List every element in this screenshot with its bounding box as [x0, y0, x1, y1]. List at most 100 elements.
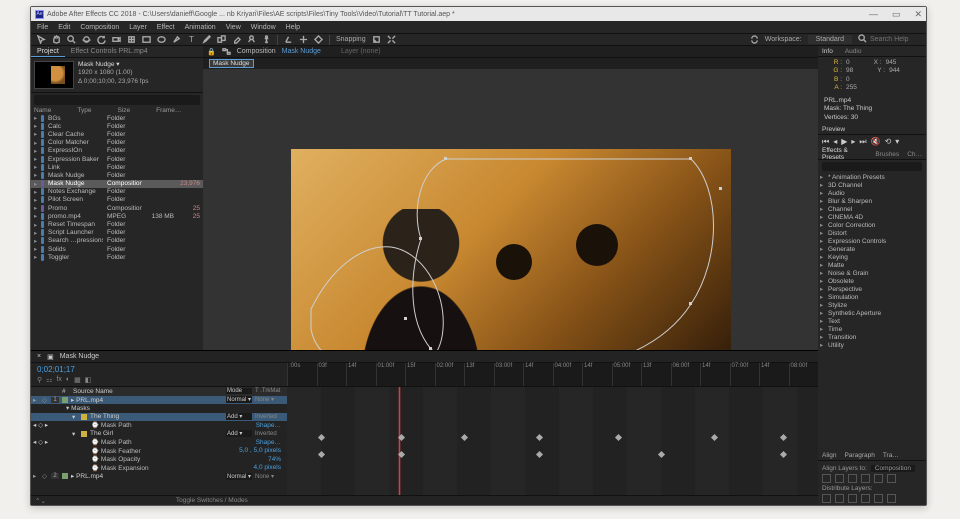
- menu-composition[interactable]: Composition: [80, 24, 119, 31]
- first-frame-button[interactable]: ⏮: [822, 137, 829, 147]
- local-axis-icon[interactable]: [284, 35, 293, 44]
- tl-graph-icon[interactable]: ▦: [74, 376, 81, 384]
- effects-category-item[interactable]: ▸Stylize: [820, 301, 924, 309]
- project-list-item[interactable]: ▸ LinkFolder: [31, 163, 203, 171]
- minimize-button[interactable]: —: [869, 9, 878, 20]
- project-list-item[interactable]: ▸ Expression BakerFolder: [31, 155, 203, 163]
- clone-tool-icon[interactable]: [217, 35, 226, 44]
- effects-category-item[interactable]: ▸Color Correction: [820, 221, 924, 229]
- effects-category-item[interactable]: ▸Distort: [820, 229, 924, 237]
- timeline-row[interactable]: ▸◇ 2 ▸ PRL.mp4Normal ▾ None ▾: [31, 472, 287, 481]
- composition-name[interactable]: Mask Nudge: [282, 48, 321, 55]
- col-size[interactable]: Size: [117, 107, 130, 114]
- align-top-button[interactable]: [861, 474, 870, 483]
- rect-tool-icon[interactable]: [142, 35, 151, 44]
- hand-tool-icon[interactable]: [52, 35, 61, 44]
- tab-preview[interactable]: Preview: [822, 126, 845, 133]
- eraser-tool-icon[interactable]: [232, 35, 241, 44]
- timeline-row[interactable]: ⌚ Mask Opacity 74%: [31, 455, 287, 464]
- effects-category-item[interactable]: ▸Audio: [820, 189, 924, 197]
- loop-button[interactable]: ⟲: [885, 137, 892, 147]
- tab-project[interactable]: Project: [31, 46, 65, 57]
- col-frame[interactable]: Frame…: [156, 107, 181, 114]
- search-help-input[interactable]: [870, 36, 920, 43]
- project-filter-input[interactable]: [34, 95, 200, 105]
- tab-effects-presets[interactable]: Effects & Presets: [822, 147, 867, 161]
- menu-file[interactable]: File: [37, 24, 48, 31]
- effects-category-item[interactable]: ▸* Animation Presets: [820, 173, 924, 181]
- snap-edge-icon[interactable]: [372, 35, 381, 44]
- view-axis-icon[interactable]: [314, 35, 323, 44]
- dist-vcenter-button[interactable]: [835, 494, 844, 503]
- menu-animation[interactable]: Animation: [185, 24, 216, 31]
- current-timecode[interactable]: 0;02;01;17: [37, 365, 281, 374]
- prev-options-button[interactable]: ▾: [895, 137, 899, 147]
- effects-category-item[interactable]: ▸Channel: [820, 205, 924, 213]
- timeline-row[interactable]: ◂ ◇ ▸ ⌚ Mask Path Shape…: [31, 438, 287, 447]
- project-list-item[interactable]: ▸ Reset TimespanFolder: [31, 220, 203, 228]
- tab-brushes[interactable]: Brushes: [875, 151, 899, 158]
- effects-category-item[interactable]: ▸Generate: [820, 245, 924, 253]
- tl-search-icon[interactable]: ⚲: [37, 376, 42, 384]
- project-list-item[interactable]: ▸ Mask NudgeComposition 23,976: [31, 180, 203, 188]
- orbit-tool-icon[interactable]: [82, 35, 91, 44]
- project-list-item[interactable]: ▸ promo.mp4MPEG 138 MB25: [31, 212, 203, 220]
- world-axis-icon[interactable]: [299, 35, 308, 44]
- effects-category-item[interactable]: ▸Perspective: [820, 285, 924, 293]
- rotate-tool-icon[interactable]: [97, 35, 106, 44]
- align-target-dropdown[interactable]: Composition: [871, 465, 915, 472]
- project-list-item[interactable]: ▸ Notes ExchangeFolder: [31, 188, 203, 196]
- effects-category-item[interactable]: ▸Utility: [820, 341, 924, 349]
- next-frame-button[interactable]: ▸: [851, 137, 855, 147]
- tl-moblur-icon[interactable]: ◐: [66, 376, 70, 384]
- effects-category-item[interactable]: ▸Time: [820, 325, 924, 333]
- project-list-item[interactable]: ▸ ExpressIOnFolder: [31, 147, 203, 155]
- project-list-item[interactable]: ▸ Clear CacheFolder: [31, 130, 203, 138]
- project-list-item[interactable]: ▸ PromoComposition 25: [31, 204, 203, 212]
- effects-category-item[interactable]: ▸Synthetic Aperture: [820, 309, 924, 317]
- project-list-item[interactable]: ▸ BGsFolder: [31, 114, 203, 122]
- effects-category-item[interactable]: ▸Expression Controls: [820, 237, 924, 245]
- timeline-row[interactable]: ▾ The GirlAdd ▾ Inverted: [31, 430, 287, 439]
- align-left-button[interactable]: [822, 474, 831, 483]
- effects-category-item[interactable]: ▸Text: [820, 317, 924, 325]
- puppet-tool-icon[interactable]: [262, 35, 271, 44]
- toggle-switches-modes[interactable]: Toggle Switches / Modes: [176, 497, 248, 504]
- project-list-item[interactable]: ▸ Search …pressionsFolder: [31, 237, 203, 245]
- project-list-item[interactable]: ▸ Script LauncherFolder: [31, 229, 203, 237]
- selection-tool-icon[interactable]: [37, 35, 46, 44]
- lock-icon[interactable]: 🔒: [207, 48, 216, 56]
- snapping-label[interactable]: Snapping: [336, 36, 366, 43]
- project-list-item[interactable]: ▸ Pilot ScreenFolder: [31, 196, 203, 204]
- timeline-row[interactable]: ▸◇ 1 ▸ PRL.mp4Normal ▾ None ▾: [31, 396, 287, 405]
- effects-category-item[interactable]: ▸Simulation: [820, 293, 924, 301]
- timeline-row[interactable]: ⌚ Mask Feather 5,0 , 5,0 pixels: [31, 447, 287, 456]
- tab-align[interactable]: Align: [822, 452, 836, 459]
- menu-view[interactable]: View: [226, 24, 241, 31]
- dist-right-button[interactable]: [887, 494, 896, 503]
- tl-3d-icon[interactable]: ◧: [85, 376, 92, 384]
- effects-category-item[interactable]: ▸3D Channel: [820, 181, 924, 189]
- effects-category-item[interactable]: ▸Matte: [820, 261, 924, 269]
- tab-effect-controls[interactable]: Effect Controls PRL.mp4: [65, 46, 154, 57]
- play-button[interactable]: ▶: [841, 137, 847, 147]
- tl-shy-icon[interactable]: ⚏: [46, 376, 52, 384]
- project-list-item[interactable]: ▸ Mask NudgeFolder: [31, 171, 203, 179]
- align-right-button[interactable]: [848, 474, 857, 483]
- playhead[interactable]: [399, 387, 400, 495]
- zoom-tool-icon[interactable]: [67, 35, 76, 44]
- effects-list[interactable]: ▸* Animation Presets▸3D Channel▸Audio▸Bl…: [818, 173, 926, 450]
- timeline-graph[interactable]: [287, 387, 818, 495]
- project-list-item[interactable]: ▸ SolidsFolder: [31, 245, 203, 253]
- maximize-button[interactable]: ▭: [892, 9, 901, 20]
- timeline-row[interactable]: ⌚ Mask Expansion 4,0 pixels: [31, 464, 287, 473]
- dist-bottom-button[interactable]: [848, 494, 857, 503]
- dist-top-button[interactable]: [822, 494, 831, 503]
- tab-character[interactable]: Ch…: [907, 151, 922, 158]
- snap-expand-icon[interactable]: [387, 35, 396, 44]
- comp-thumbnail[interactable]: [34, 61, 74, 89]
- menu-layer[interactable]: Layer: [129, 24, 147, 31]
- tl-toggle-collapse-icon[interactable]: ⌄: [40, 497, 45, 505]
- menu-effect[interactable]: Effect: [157, 24, 175, 31]
- effects-category-item[interactable]: ▸Transition: [820, 333, 924, 341]
